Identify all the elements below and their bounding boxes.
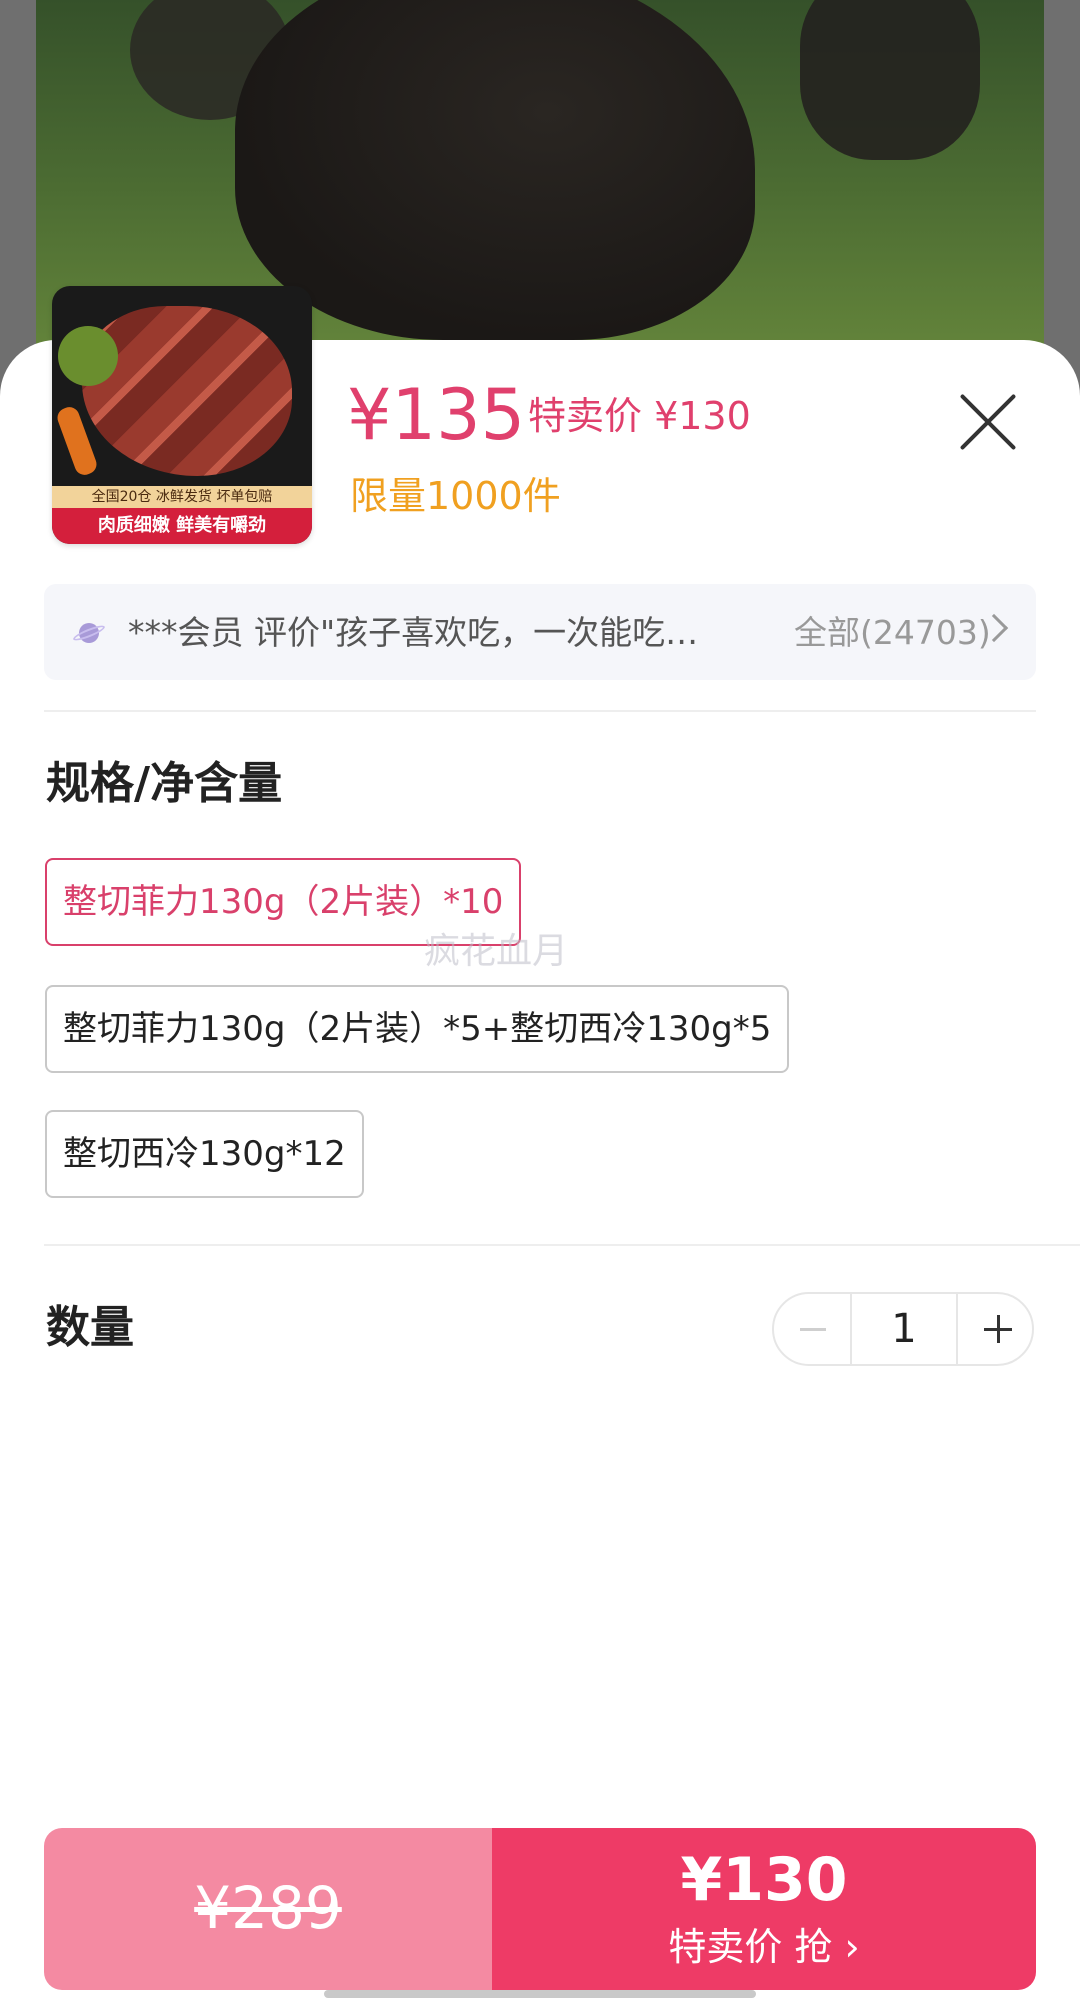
quantity-value[interactable]: 1	[850, 1294, 958, 1364]
original-price: ¥289	[194, 1874, 342, 1942]
quantity-stepper: 1	[772, 1292, 1034, 1366]
quantity-title: 数量	[46, 1302, 134, 1353]
spec-title: 规格/净含量	[46, 758, 283, 809]
divider	[44, 1244, 1080, 1246]
plus-icon[interactable]	[958, 1294, 1034, 1364]
thumb-banner-top: 全国20仓 冰鲜发货 坏单包赔	[52, 486, 312, 508]
purchase-bar: ¥289 ¥130 特卖价 抢 ›	[44, 1828, 1036, 1990]
cow-shape	[800, 0, 980, 160]
thumb-banner-bottom: 肉质细嫩 鲜美有嚼劲	[52, 508, 312, 544]
steak-image	[82, 306, 292, 476]
buy-price: ¥130	[680, 1845, 848, 1915]
original-price-button[interactable]: ¥289	[44, 1828, 492, 1990]
home-indicator[interactable]	[324, 1990, 756, 1998]
planet-icon	[71, 616, 107, 650]
vegetable-image	[58, 326, 118, 386]
spec-option[interactable]: 整切西冷130g*12	[45, 1110, 364, 1198]
minus-icon[interactable]	[774, 1294, 850, 1364]
watermark: 疯花血月	[424, 931, 569, 972]
divider	[44, 710, 1036, 712]
sale-price: 特卖价 ¥130	[528, 394, 751, 438]
buy-cta-label: 特卖价 抢 ›	[668, 1925, 860, 1969]
close-icon[interactable]	[958, 390, 1022, 454]
review-snippet: ***会员 评价"孩子喜欢吃，一次能吃…	[128, 613, 699, 652]
product-thumbnail[interactable]: 全国20仓 冰鲜发货 坏单包赔 肉质细嫩 鲜美有嚼劲	[52, 286, 312, 544]
current-price: ¥135	[347, 374, 526, 456]
stock-limit: 限量1000件	[350, 474, 561, 518]
cow-shape	[235, 0, 755, 340]
review-summary-bar[interactable]: ***会员 评价"孩子喜欢吃，一次能吃… 全部(24703)	[44, 584, 1036, 680]
buy-now-button[interactable]: ¥130 特卖价 抢 ›	[492, 1828, 1036, 1990]
spec-option[interactable]: 整切菲力130g（2片装）*5+整切西冷130g*5	[45, 985, 790, 1073]
review-count: 全部(24703)	[794, 613, 991, 652]
